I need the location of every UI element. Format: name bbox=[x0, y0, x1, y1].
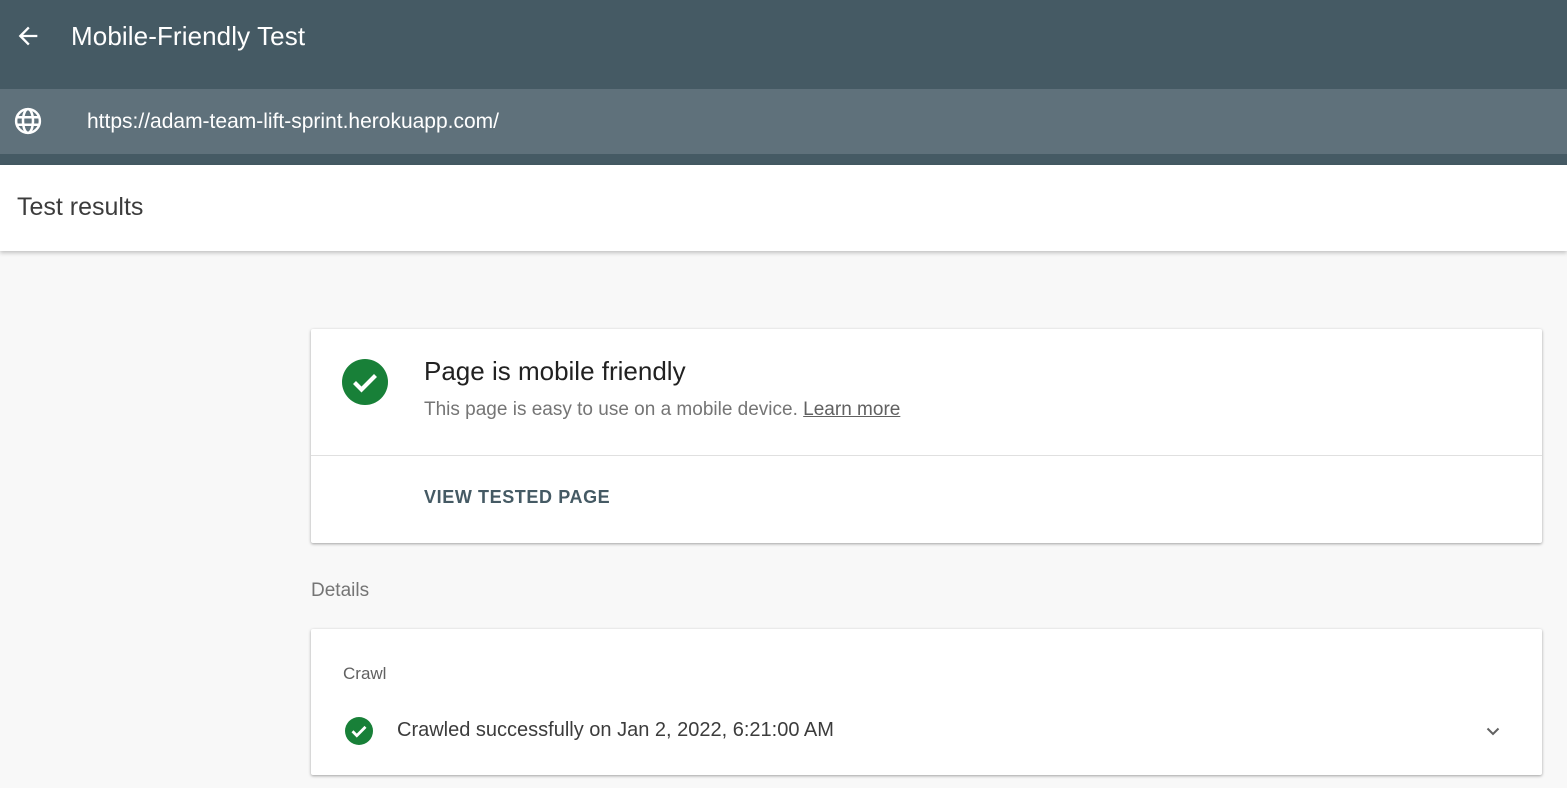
view-tested-page-button[interactable]: VIEW TESTED PAGE bbox=[424, 487, 610, 508]
url-input[interactable] bbox=[87, 106, 1287, 138]
details-heading: Details bbox=[311, 580, 370, 601]
learn-more-link[interactable]: Learn more bbox=[803, 399, 900, 420]
arrow-back-icon bbox=[18, 26, 38, 46]
app-title: Mobile-Friendly Test bbox=[71, 21, 306, 51]
card-divider bbox=[311, 455, 1542, 456]
result-summary-card: Page is mobile friendly This page is eas… bbox=[311, 329, 1542, 543]
app-header: Mobile-Friendly Test bbox=[0, 0, 1567, 89]
crawl-section-label: Crawl bbox=[343, 664, 387, 683]
header-divider-strip bbox=[0, 154, 1567, 165]
check-circle-icon bbox=[342, 359, 388, 405]
crawl-status: Crawled successfully on Jan 2, 2022, 6:2… bbox=[397, 719, 834, 741]
globe-icon bbox=[12, 105, 44, 137]
chevron-down-icon bbox=[1486, 727, 1500, 736]
results-header: Test results bbox=[0, 165, 1567, 251]
status-title: Page is mobile friendly bbox=[424, 356, 686, 386]
crawl-check-circle-icon bbox=[345, 717, 373, 745]
page-title: Test results bbox=[17, 193, 144, 221]
expand-crawl-button[interactable] bbox=[1479, 717, 1507, 745]
back-button[interactable] bbox=[12, 20, 44, 52]
status-description-text: This page is easy to use on a mobile dev… bbox=[424, 399, 798, 420]
crawl-card: Crawl Crawled successfully on Jan 2, 202… bbox=[311, 629, 1542, 775]
status-description: This page is easy to use on a mobile dev… bbox=[424, 399, 900, 421]
